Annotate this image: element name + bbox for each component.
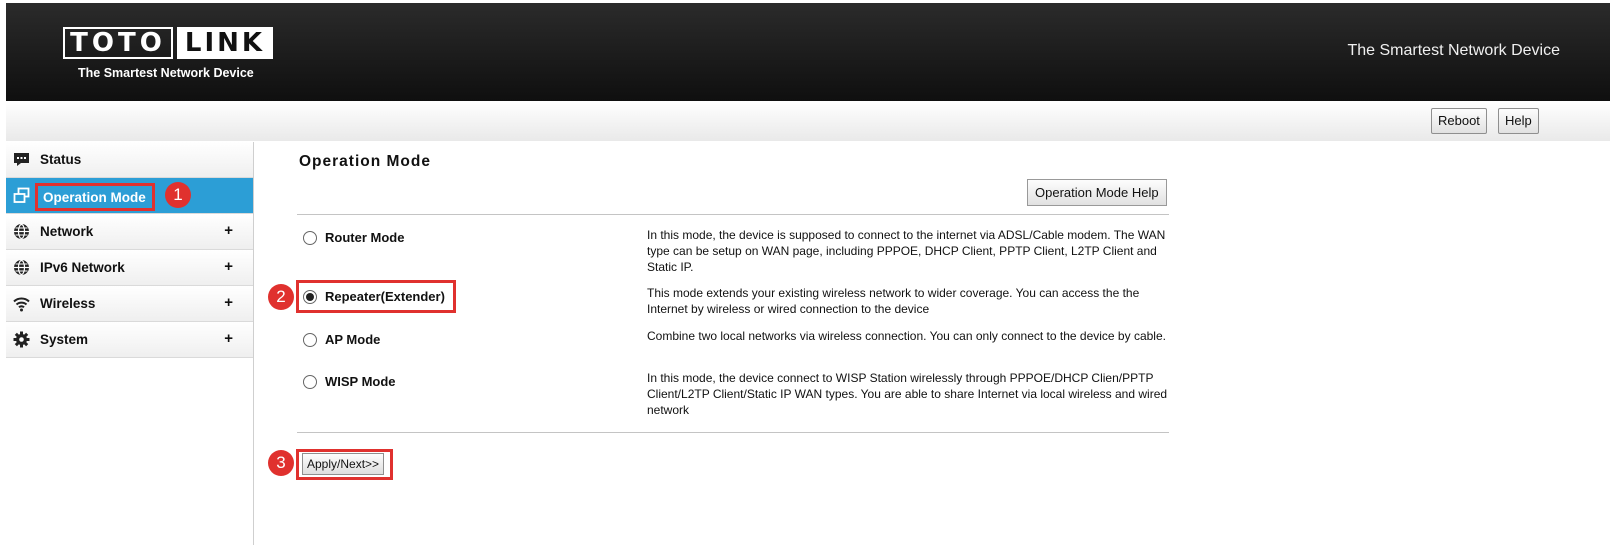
step-badge-2: 2 [268,284,294,310]
expand-plus-icon[interactable]: + [224,330,233,347]
sidebar-item-wireless[interactable]: Wireless + [6,286,253,322]
windows-icon [13,187,30,203]
expand-plus-icon[interactable]: + [224,258,233,275]
help-button[interactable]: Help [1498,108,1539,134]
wifi-icon [13,297,30,312]
gear-icon [13,331,30,348]
expand-plus-icon[interactable]: + [224,294,233,311]
router-mode-label[interactable]: Router Mode [325,230,404,245]
operation-mode-help-button[interactable]: Operation Mode Help [1027,179,1167,206]
sidebar-divider [253,142,254,545]
wisp-mode-radio[interactable] [303,375,317,389]
logo-part1: TOTO [63,27,173,59]
sidebar-item-network[interactable]: Network + [6,214,253,250]
sidebar-item-label: Wireless [40,296,96,311]
logo-part2: LINK [177,27,273,59]
header-bar: TOTO LINK The Smartest Network Device Th… [6,3,1610,101]
sidebar-item-label: System [40,332,89,347]
sidebar-item-ipv6-network[interactable]: IPv6 Network + [6,250,253,286]
divider-top [297,214,1169,215]
logo-wordmark: TOTO LINK [63,27,283,59]
repeater-mode-label[interactable]: Repeater(Extender) [325,289,445,304]
sidebar-nav: Status Operation Mode Network + IPv6 Net… [6,142,253,358]
divider-bottom [297,432,1169,433]
globe-icon [14,259,29,276]
sidebar-item-system[interactable]: System + [6,322,253,358]
header-slogan: The Smartest Network Device [1347,42,1560,59]
sidebar-item-label: Operation Mode [35,183,155,211]
router-mode-description: In this mode, the device is supposed to … [647,228,1166,274]
sidebar-item-label: Network [40,224,94,239]
apply-next-button[interactable]: Apply/Next>> [302,453,385,475]
totolink-logo: TOTO LINK The Smartest Network Device [63,27,283,87]
sidebar-item-status[interactable]: Status [6,142,253,178]
reboot-button[interactable]: Reboot [1431,108,1487,134]
step-badge-3: 3 [268,450,294,476]
logo-tagline: The Smartest Network Device [78,66,254,80]
ap-mode-label[interactable]: AP Mode [325,332,380,347]
repeater-mode-radio[interactable] [303,290,317,304]
router-mode-radio[interactable] [303,231,317,245]
repeater-mode-description: This mode extends your existing wireless… [647,286,1140,316]
chat-icon [14,153,29,166]
ap-mode-description: Combine two local networks via wireless … [647,329,1166,343]
globe-icon [14,223,29,240]
sidebar-item-operation-mode[interactable]: Operation Mode [6,178,253,214]
wisp-mode-label[interactable]: WISP Mode [325,374,396,389]
sidebar-item-label: Status [40,152,82,167]
page-title: Operation Mode [299,153,431,170]
top-toolbar [6,101,1610,141]
expand-plus-icon[interactable]: + [224,222,233,239]
step-badge-1: 1 [165,182,191,208]
wisp-mode-description: In this mode, the device connect to WISP… [647,371,1168,417]
ap-mode-radio[interactable] [303,333,317,347]
sidebar-item-label: IPv6 Network [40,260,125,275]
